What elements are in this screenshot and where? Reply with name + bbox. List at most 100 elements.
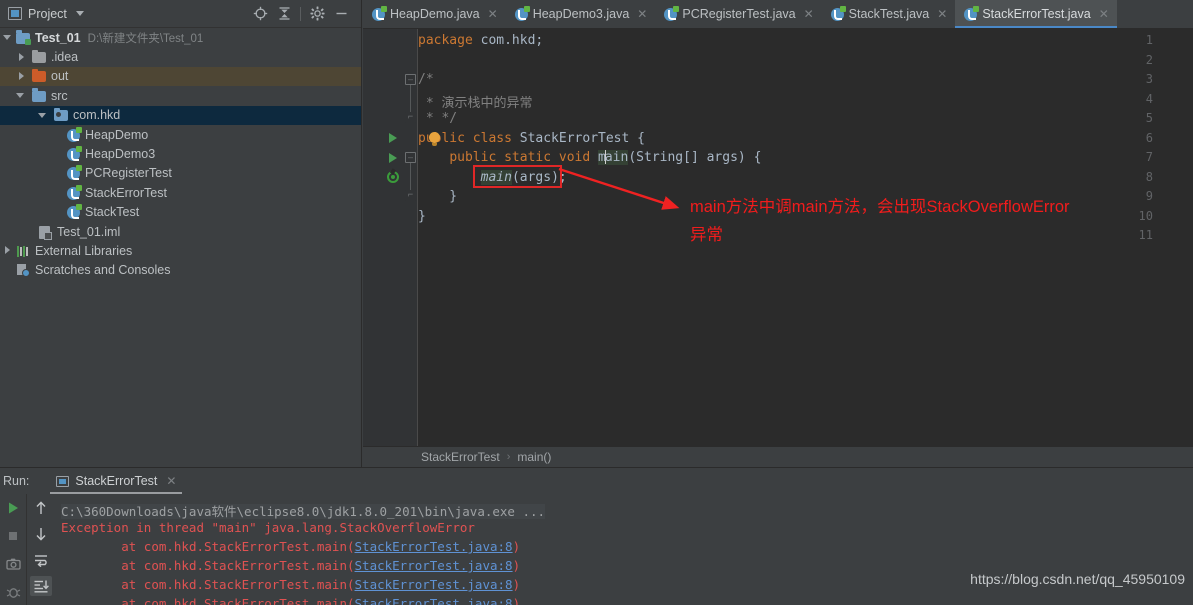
trace-suffix: ) [512, 596, 521, 605]
toolbar-divider [300, 6, 301, 21]
gear-icon[interactable] [305, 2, 329, 26]
tree-item-test01-iml[interactable]: Test_01.iml [0, 222, 361, 241]
close-icon[interactable]: ✕ [937, 7, 947, 21]
console-line-exception: Exception in thread "main" java.lang.Sta… [61, 520, 475, 535]
down-arrow-icon[interactable] [30, 524, 52, 544]
code-line-10: } [418, 208, 426, 224]
tree-item-heapdemo[interactable]: HeapDemo [0, 125, 361, 144]
tree-item-src[interactable]: src [0, 86, 361, 105]
close-icon[interactable]: ✕ [637, 7, 647, 21]
tree-item-out[interactable]: out [0, 66, 361, 87]
tab-stackerrortest-java[interactable]: StackErrorTest.java ✕ [955, 0, 1118, 28]
folder-orange-icon [32, 68, 47, 83]
tree-item-heapdemo3[interactable]: HeapDemo3 [0, 144, 361, 163]
soft-wrap-icon[interactable] [30, 550, 52, 570]
console-output[interactable]: C:\360Downloads\java软件\eclipse8.0\jdk1.8… [55, 494, 1193, 605]
tree-item-external-libraries[interactable]: External Libraries [0, 241, 361, 260]
rerun-icon[interactable] [2, 498, 24, 518]
java-class-icon [514, 5, 530, 21]
stacktrace-link[interactable]: StackErrorTest.java:8 [355, 577, 513, 592]
fold-collapse-icon[interactable]: – [405, 74, 416, 85]
chevron-down-icon[interactable] [3, 33, 12, 42]
scroll-to-end-icon[interactable] [29, 576, 52, 596]
collapse-all-icon[interactable] [272, 2, 296, 26]
annotation-text: main方法中调main方法，会出现StackOverflowError 异常 [690, 193, 1193, 249]
run-class-icon[interactable] [387, 132, 399, 144]
run-toolbar-primary [0, 494, 26, 605]
breadcrumb-class[interactable]: StackErrorTest [421, 450, 500, 464]
close-icon[interactable]: ✕ [166, 474, 176, 488]
chevron-right-icon[interactable] [3, 246, 12, 255]
tree-item-idea[interactable]: .idea [0, 47, 361, 66]
chevron-right-icon[interactable] [17, 52, 26, 62]
trace-prefix: at com.hkd.StackErrorTest.main( [61, 596, 355, 605]
java-class-icon [66, 184, 82, 200]
java-class-icon [830, 5, 846, 21]
stop-icon[interactable] [2, 526, 24, 546]
project-path: D:\新建文件夹\Test_01 [87, 32, 204, 45]
dump-threads-icon[interactable] [2, 554, 24, 574]
editor-gutter[interactable] [363, 29, 417, 446]
chevron-down-icon[interactable] [38, 111, 47, 120]
tab-stacktest-java[interactable]: StackTest.java ✕ [822, 0, 956, 28]
locate-icon[interactable] [248, 2, 272, 26]
fold-line [410, 163, 411, 191]
trace-suffix: ) [512, 558, 521, 573]
tab-label: StackTest.java [848, 7, 930, 21]
fold-collapse-icon-method[interactable]: – [405, 152, 416, 163]
code-line-1: package com.hkd; [418, 33, 544, 48]
tab-heapdemo-java[interactable]: HeapDemo.java ✕ [363, 0, 506, 28]
java-class-icon [66, 126, 82, 142]
stacktrace-link[interactable]: StackErrorTest.java:8 [355, 558, 513, 573]
minimize-icon[interactable] [329, 2, 353, 26]
tab-heapdemo3-java[interactable]: HeapDemo3.java ✕ [506, 0, 656, 28]
debug-icon[interactable] [2, 582, 24, 602]
run-tab-bar: Run: StackErrorTest ✕ [0, 468, 1193, 494]
breadcrumb-method[interactable]: main() [517, 450, 551, 464]
watermark-url: https://blog.csdn.net/qq_45950109 [970, 571, 1185, 587]
recursion-icon[interactable] [387, 171, 399, 183]
java-class-icon [66, 146, 82, 162]
tree-item-label: Scratches and Consoles [35, 263, 171, 278]
fold-end-icon-method[interactable]: ⌐ [405, 190, 416, 201]
folder-grey-icon [32, 49, 47, 64]
chevron-down-icon[interactable] [75, 11, 84, 16]
tab-label: HeapDemo.java [390, 7, 480, 21]
tree-item-pcregistertest[interactable]: PCRegisterTest [0, 164, 361, 183]
breadcrumb[interactable]: StackErrorTest › main() [363, 446, 1193, 467]
tab-label: PCRegisterTest.java [682, 7, 796, 21]
chevron-right-icon[interactable] [17, 71, 26, 81]
code-line-8: main(args); [480, 169, 567, 185]
tree-item-label: Test_01 [35, 30, 81, 45]
run-tab-stackerrortest[interactable]: StackErrorTest ✕ [50, 468, 183, 494]
tree-item-stacktest[interactable]: StackTest [0, 203, 361, 222]
close-icon[interactable]: ✕ [488, 7, 498, 21]
code-line-6: public class StackErrorTest { [418, 130, 645, 146]
tab-pcregistertest-java[interactable]: PCRegisterTest.java ✕ [655, 0, 821, 28]
console-line-trace: at com.hkd.StackErrorTest.main(StackErro… [61, 558, 520, 573]
chevron-down-icon[interactable] [16, 91, 25, 100]
iml-file-icon [38, 225, 53, 240]
project-tree[interactable]: Test_01 D:\新建文件夹\Test_01 .idea out src c… [0, 28, 361, 467]
tree-item-stackerrortest[interactable]: StackErrorTest [0, 183, 361, 202]
intention-bulb-icon[interactable] [429, 132, 440, 146]
code-line-5: * */ [418, 111, 458, 126]
project-title-button[interactable]: Project [0, 7, 84, 21]
stacktrace-link[interactable]: StackErrorTest.java:8 [355, 596, 513, 605]
tree-item-com-hkd[interactable]: com.hkd [0, 105, 361, 125]
code-line-4: * 演示栈中的异常 [418, 95, 533, 111]
fold-end-icon[interactable]: ⌐ [405, 112, 416, 123]
tree-item-label: .idea [51, 50, 79, 65]
stacktrace-link[interactable]: StackErrorTest.java:8 [355, 539, 513, 554]
close-icon[interactable]: ✕ [1099, 7, 1109, 21]
trace-suffix: ) [512, 539, 521, 554]
run-method-icon[interactable] [387, 152, 399, 164]
tree-item-scratches-consoles[interactable]: Scratches and Consoles [0, 261, 361, 280]
tree-item-test01[interactable]: Test_01 D:\新建文件夹\Test_01 [0, 28, 361, 47]
module-folder-icon [16, 30, 31, 45]
up-arrow-icon[interactable] [30, 498, 52, 518]
tree-item-label: com.hkd [73, 108, 121, 123]
console-line-trace: at com.hkd.StackErrorTest.main(StackErro… [61, 596, 520, 605]
close-icon[interactable]: ✕ [804, 7, 814, 21]
console-line-trace: at com.hkd.StackErrorTest.main(StackErro… [61, 539, 520, 554]
